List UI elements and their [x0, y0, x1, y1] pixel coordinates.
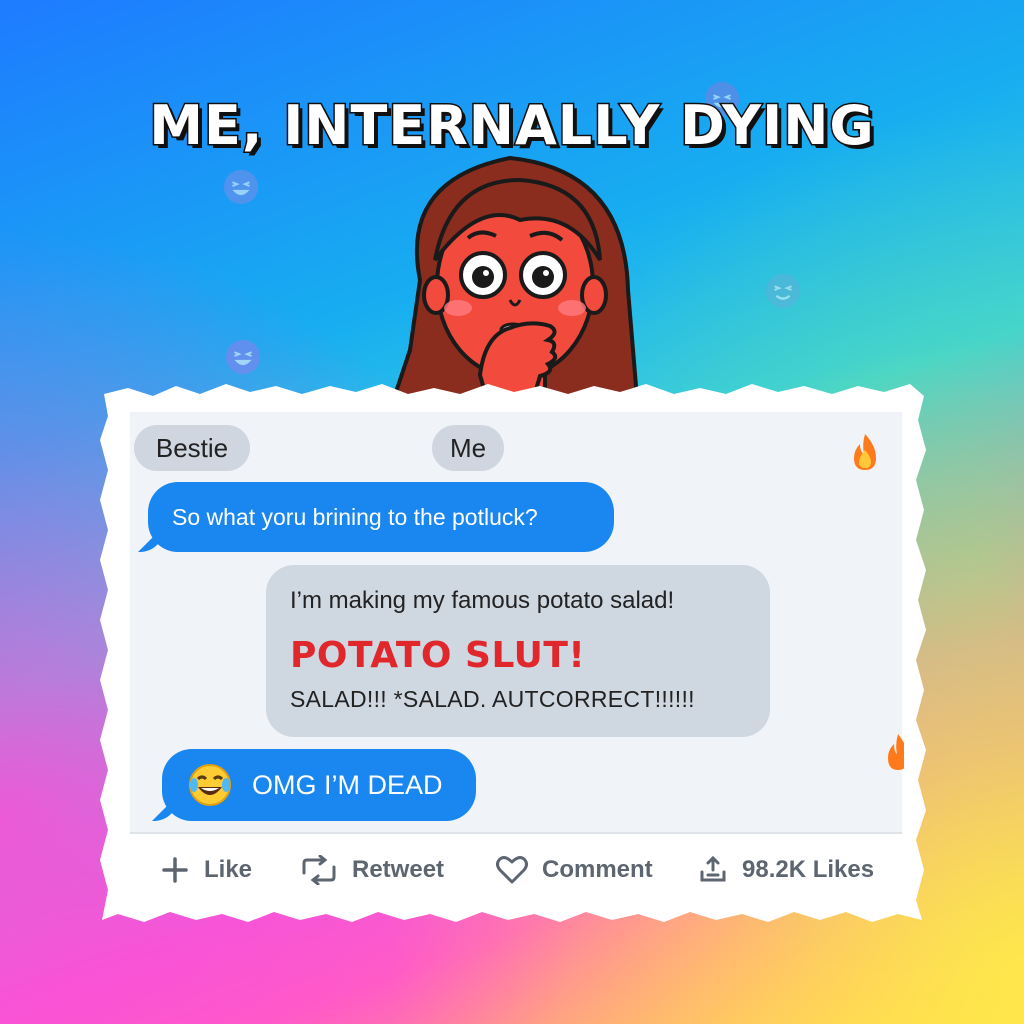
message-text: So what yoru brining to the potluck?: [172, 503, 538, 530]
message-text: OMG I’M DEAD: [252, 769, 443, 800]
embarrassed-woman-illustration: [387, 155, 641, 410]
laughing-emoji-icon: [223, 169, 259, 205]
fire-icon: [888, 734, 904, 770]
comment-label: Comment: [542, 856, 653, 883]
likes-count: 98.2K Likes: [742, 856, 875, 883]
share-icon: [700, 855, 726, 882]
laughing-emoji-icon: [225, 339, 261, 375]
likes-count-button[interactable]: 98.2K Likes: [698, 850, 874, 890]
message-bubble-incoming: So what yoru brining to the potluck?: [138, 482, 614, 552]
plus-icon: [162, 857, 188, 883]
autocorrect-error-text: POTATO SLUT!: [290, 635, 586, 676]
retweet-icon: [302, 855, 336, 885]
message-text: I’m making my famous potato salad!: [290, 587, 675, 614]
heart-icon: [496, 856, 528, 884]
like-label: Like: [204, 856, 253, 883]
like-button[interactable]: Like: [160, 850, 252, 890]
participant-bestie: Bestie: [134, 425, 250, 471]
laughing-emoji-icon: [765, 273, 801, 309]
fire-icon: [854, 434, 876, 470]
participant-me: Me: [432, 425, 504, 471]
retweet-button[interactable]: Retweet: [300, 850, 444, 890]
face-with-tears-of-joy-icon: [189, 764, 231, 806]
message-bubble-incoming: OMG I’M DEAD: [152, 749, 476, 821]
comment-button[interactable]: Comment: [496, 850, 653, 890]
divider: [130, 832, 902, 834]
message-bubble-outgoing: I’m making my famous potato salad! POTAT…: [266, 565, 770, 737]
retweet-label: Retweet: [352, 856, 445, 883]
message-correction-text: SALAD!!! *SALAD. AUTCORRECT!!!!!!: [290, 686, 695, 712]
meme-title: ME, INTERNALLY DYING: [148, 93, 875, 159]
